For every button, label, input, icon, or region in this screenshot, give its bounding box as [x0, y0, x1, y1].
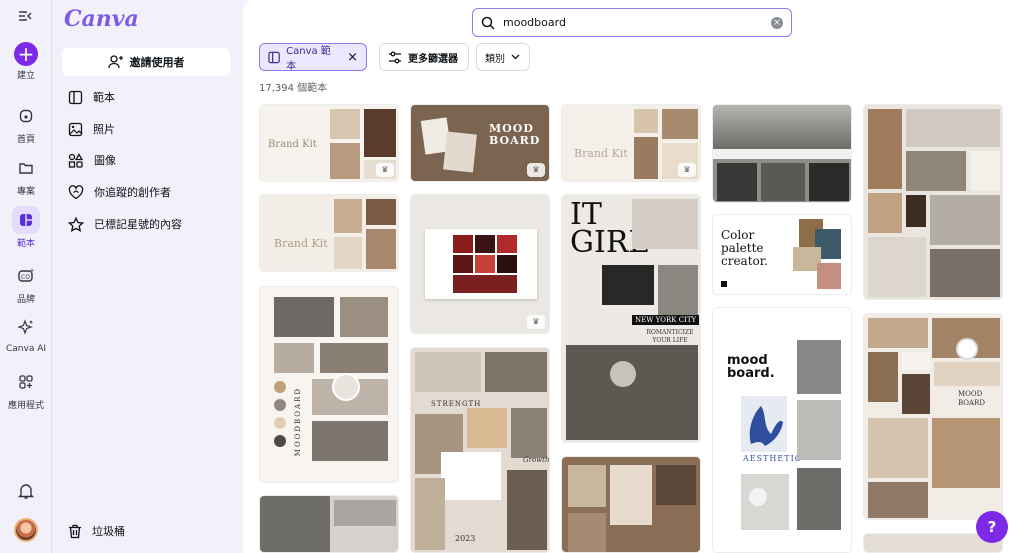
template-card[interactable]: Brand Kit ♛	[561, 104, 701, 182]
brand-icon: CO	[12, 262, 40, 290]
avatar[interactable]	[14, 518, 38, 542]
search-input[interactable]	[503, 16, 771, 29]
template-card[interactable]: MOODBOARD	[259, 286, 399, 483]
category-dropdown[interactable]: 類別	[476, 43, 530, 71]
sliders-icon	[389, 51, 401, 63]
create-button[interactable]: + 建立	[0, 42, 52, 81]
template-card[interactable]: Color palette creator.	[712, 214, 852, 295]
premium-crown-icon: ♛	[678, 163, 696, 177]
premium-crown-icon: ♛	[527, 315, 545, 329]
template-card[interactable]: STRENGTH Growth 2023	[410, 347, 550, 553]
template-card[interactable]	[712, 104, 852, 203]
filter-canva-templates[interactable]: Canva 範本 ×	[259, 43, 367, 72]
results-count: 17,394 個範本	[259, 83, 328, 94]
nav-photos[interactable]: 照片	[68, 119, 115, 139]
template-card[interactable]: Brand Kit	[259, 194, 399, 272]
template-card[interactable]	[561, 456, 701, 553]
abstract-blue-shape	[749, 406, 783, 446]
home-icon	[12, 102, 40, 130]
help-button[interactable]: ?	[976, 511, 1008, 543]
bell-icon[interactable]	[17, 482, 35, 500]
trash-icon	[69, 524, 81, 538]
search-bar[interactable]: ×	[472, 8, 792, 37]
nav-followed-creators[interactable]: 你追蹤的創作者	[68, 182, 171, 202]
template-card[interactable]	[863, 104, 1003, 300]
shapes-icon	[68, 152, 84, 168]
rail-projects[interactable]: 專案	[0, 154, 52, 197]
heart-icon	[68, 184, 84, 199]
search-icon	[481, 16, 495, 30]
nav-graphics[interactable]: 圖像	[68, 150, 116, 170]
invite-users-button[interactable]: 邀請使用者	[62, 48, 230, 76]
remove-filter-icon[interactable]: ×	[347, 50, 358, 65]
template-card[interactable]	[259, 495, 399, 553]
more-filters-button[interactable]: 更多篩選器	[379, 43, 469, 71]
template-card[interactable]: MOOD BOARD ♛	[410, 104, 550, 182]
add-user-icon	[107, 55, 123, 69]
chevron-down-icon	[511, 54, 520, 60]
template-icon	[268, 51, 280, 63]
folder-icon	[12, 154, 40, 182]
left-rail: + 建立 首頁 專案 範本 CO 品牌 Canva AI 應用程式	[0, 0, 52, 553]
rail-templates[interactable]: 範本	[0, 206, 52, 249]
nav-templates[interactable]: 範本	[68, 87, 115, 107]
template-card[interactable]: mood board. AESTHETIC	[712, 307, 852, 553]
template-card[interactable]: MOOD BOARD	[863, 313, 1003, 520]
photo-icon	[68, 122, 83, 136]
template-card[interactable]: ♛	[410, 194, 550, 334]
rail-home[interactable]: 首頁	[0, 102, 52, 145]
side-panel: Canva 邀請使用者 範本 照片 圖像 你追蹤的創作者 已標記星號的內容 垃圾…	[52, 0, 242, 553]
canva-logo[interactable]: Canva	[64, 6, 139, 32]
premium-crown-icon: ♛	[527, 163, 545, 177]
svg-text:CO: CO	[21, 274, 30, 281]
template-card[interactable]: Brand Kit ♛	[259, 104, 399, 182]
main-content: × Canva 範本 × 更多篩選器 類別 17,394 個範本 Brand K…	[243, 0, 1024, 553]
rail-brand[interactable]: CO 品牌	[0, 262, 52, 305]
nav-trash[interactable]: 垃圾桶	[68, 521, 125, 541]
collapse-menu-icon[interactable]	[18, 10, 32, 22]
templates-icon	[12, 206, 40, 234]
premium-crown-icon: ♛	[376, 163, 394, 177]
apps-icon	[12, 368, 40, 396]
nav-starred[interactable]: 已標記星號的內容	[68, 214, 182, 234]
rail-apps[interactable]: 應用程式	[0, 368, 52, 411]
star-icon	[68, 216, 84, 232]
template-card[interactable]: IT GIRL NEW YORK CITY ROMANTICIZE YOUR L…	[561, 194, 701, 443]
sparkle-icon	[12, 314, 40, 342]
rail-canva-ai[interactable]: Canva AI	[0, 314, 52, 354]
template-icon	[68, 90, 83, 104]
clear-search-icon[interactable]: ×	[771, 16, 783, 29]
plus-icon: +	[14, 42, 38, 66]
